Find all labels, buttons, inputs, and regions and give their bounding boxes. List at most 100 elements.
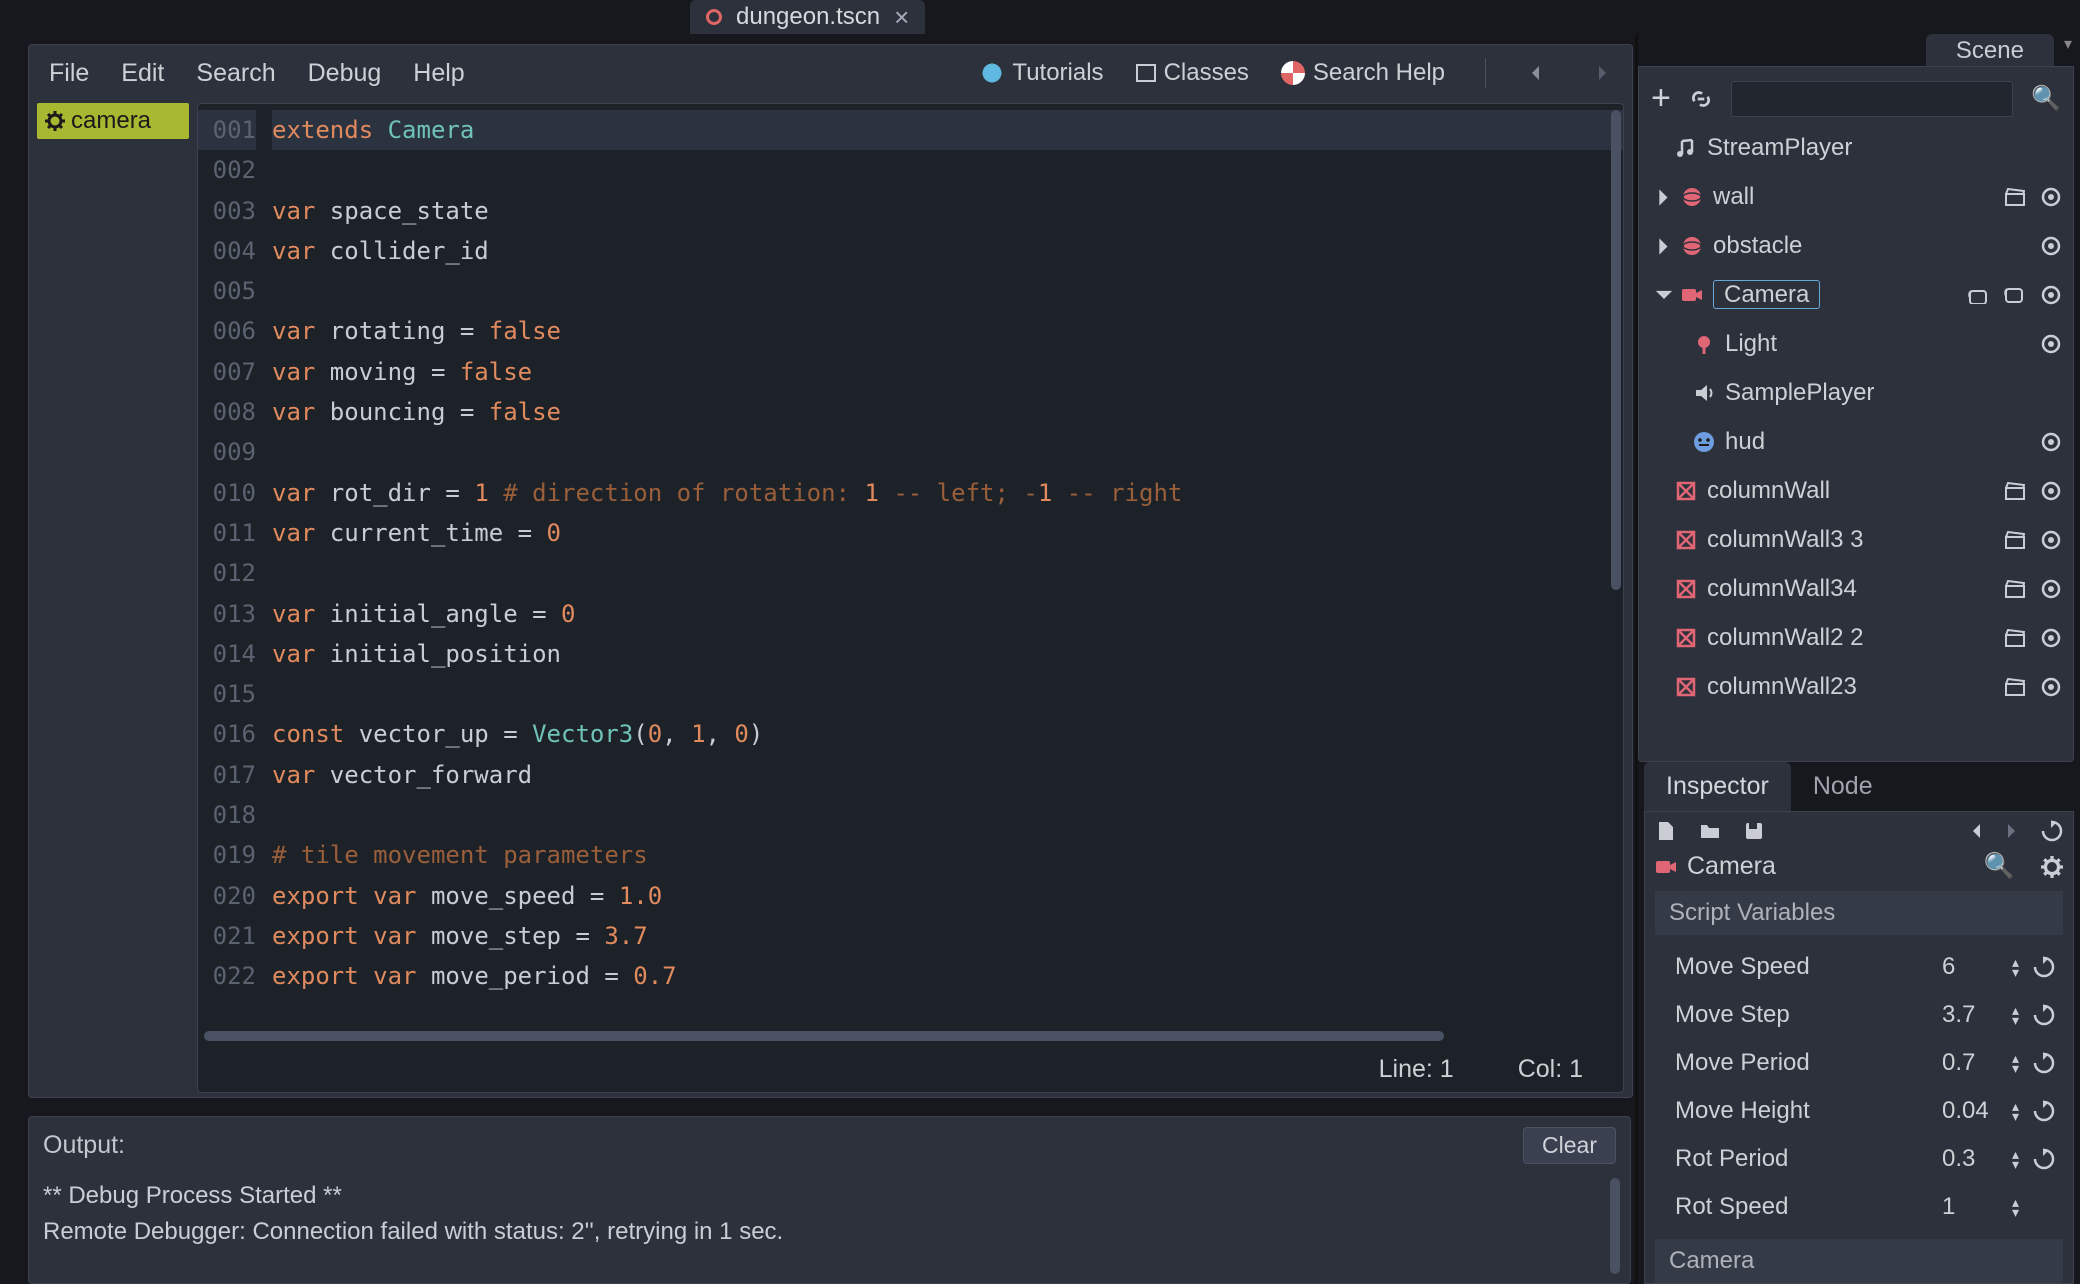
scene-instance-icon[interactable] [2005,188,2025,206]
instance-scene-icon[interactable] [1689,87,1713,111]
expand-icon[interactable] [1657,236,1671,257]
spin-icon[interactable]: ▴▾ [2012,1101,2019,1121]
code-text[interactable]: extends Camera var space_statevar collid… [266,104,1623,1047]
canvas-icon [1693,431,1715,453]
scene-instance-icon[interactable] [2005,482,2025,500]
history-back-icon[interactable] [1969,822,1983,840]
menu-debug[interactable]: Debug [308,59,382,88]
spin-icon[interactable]: ▴▾ [2012,1197,2019,1217]
spin-icon[interactable]: ▴▾ [2012,1005,2019,1025]
open-resource-icon[interactable] [1699,820,1721,842]
expand-icon[interactable] [1657,187,1671,208]
save-resource-icon[interactable] [1743,820,1765,842]
gear-icon [45,111,65,131]
scene-tab-dungeon[interactable]: dungeon.tscn × [690,0,925,34]
visibility-icon[interactable] [2041,677,2061,697]
code-editor[interactable]: 0010020030040050060070080090100110120130… [197,103,1624,1093]
dock-options-icon[interactable]: ▾ [2064,34,2072,66]
history-forward-icon[interactable] [2005,822,2019,840]
spin-icon[interactable]: ▴▾ [2012,957,2019,977]
search-icon[interactable]: 🔍 [2031,84,2061,113]
tree-node-light[interactable]: Light [1647,324,2065,364]
output-scrollbar[interactable] [1610,1178,1620,1274]
tree-node-columnwall[interactable]: columnWall [1647,471,2065,511]
visibility-icon[interactable] [2041,285,2061,305]
prop-move_speed[interactable]: Move Speed 6 ▴▾ [1655,943,2063,991]
clear-output-button[interactable]: Clear [1523,1127,1616,1164]
script-file-camera[interactable]: camera [37,103,189,139]
new-resource-icon[interactable] [1655,820,1677,842]
scene-instance-icon[interactable] [2005,629,2025,647]
history-icon[interactable] [2041,820,2063,842]
history-forward-icon[interactable] [1594,64,1612,82]
menu-file[interactable]: File [49,59,89,88]
tab-inspector[interactable]: Inspector [1644,762,1791,811]
inspector-search-icon[interactable]: 🔍 [1984,852,2015,881]
scene-instance-icon[interactable] [2005,580,2025,598]
mesh-icon [1675,627,1697,649]
tree-node-columnwall34[interactable]: columnWall34 [1647,569,2065,609]
prop-move_height[interactable]: Move Height 0.04 ▴▾ [1655,1087,2063,1135]
visibility-icon[interactable] [2041,530,2061,550]
light-icon [1693,333,1715,355]
output-text: ** Debug Process Started **Remote Debugg… [43,1178,1616,1250]
collapse-icon[interactable] [1654,288,1675,302]
menu-search[interactable]: Search [196,59,275,88]
visibility-icon[interactable] [2041,628,2061,648]
tree-node-obstacle[interactable]: obstacle [1647,226,2065,266]
group-script-variables[interactable]: Script Variables [1655,891,2063,935]
prop-move_period[interactable]: Move Period 0.7 ▴▾ [1655,1039,2063,1087]
status-col: Col: 1 [1518,1055,1583,1084]
visibility-icon[interactable] [2041,334,2061,354]
open-script-icon[interactable] [1967,286,1987,304]
prop-rot_speed[interactable]: Rot Speed 1 ▴▾ [1655,1183,2063,1231]
camera-icon [1655,856,1677,878]
menu-edit[interactable]: Edit [121,59,164,88]
tab-node[interactable]: Node [1791,762,1895,811]
close-tab-icon[interactable]: × [894,2,909,33]
script-attached-icon[interactable] [2003,284,2025,306]
scene-instance-icon[interactable] [2005,678,2025,696]
reset-icon[interactable] [2033,956,2055,978]
help-search[interactable]: Search Help [1281,59,1445,87]
help-classes[interactable]: Classes [1136,59,1249,87]
reset-icon[interactable] [2033,1100,2055,1122]
tree-node-camera[interactable]: Camera [1647,275,2065,315]
add-node-button[interactable]: + [1651,79,1671,118]
scene-instance-icon[interactable] [2005,531,2025,549]
prop-move_step[interactable]: Move Step 3.7 ▴▾ [1655,991,2063,1039]
scene-filter-input[interactable] [1731,81,2013,117]
tree-node-hud[interactable]: hud [1647,422,2065,462]
reset-icon[interactable] [2033,1148,2055,1170]
visibility-icon[interactable] [2041,579,2061,599]
group-camera[interactable]: Camera [1655,1239,2063,1283]
visibility-icon[interactable] [2041,236,2061,256]
scene-dock-tab[interactable]: Scene [1926,34,2054,66]
inspector-options-icon[interactable] [2041,856,2063,878]
reset-icon[interactable] [2033,1004,2055,1026]
spin-icon[interactable]: ▴▾ [2012,1053,2019,1073]
spatial-icon [1681,235,1703,257]
visibility-icon[interactable] [2041,432,2061,452]
output-title: Output: [43,1131,125,1160]
inspector-panel: Camera 🔍 Script Variables Move Speed 6 ▴… [1644,811,2074,1284]
tree-node-columnwall22[interactable]: columnWall2 2 [1647,618,2065,658]
visibility-icon[interactable] [2041,187,2061,207]
spin-icon[interactable]: ▴▾ [2012,1149,2019,1169]
tree-node-sampleplayer[interactable]: SamplePlayer [1647,373,2065,413]
tree-node-streamplayer[interactable]: StreamPlayer [1647,128,2065,168]
scene-dock: + 🔍 StreamPlayer wall [1638,66,2074,762]
robot-icon [980,61,1004,85]
prop-rot_period[interactable]: Rot Period 0.3 ▴▾ [1655,1135,2063,1183]
visibility-icon[interactable] [2041,481,2061,501]
tree-node-wall[interactable]: wall [1647,177,2065,217]
history-back-icon[interactable] [1526,64,1544,82]
menu-help[interactable]: Help [413,59,464,88]
line-gutter: 0010020030040050060070080090100110120130… [198,104,266,1047]
tree-node-columnwall23[interactable]: columnWall23 [1647,667,2065,707]
tree-node-columnwall33[interactable]: columnWall3 3 [1647,520,2065,560]
vertical-scrollbar[interactable] [1611,110,1621,590]
help-tutorials[interactable]: Tutorials [980,59,1103,87]
horizontal-scrollbar[interactable] [204,1031,1444,1041]
reset-icon[interactable] [2033,1052,2055,1074]
